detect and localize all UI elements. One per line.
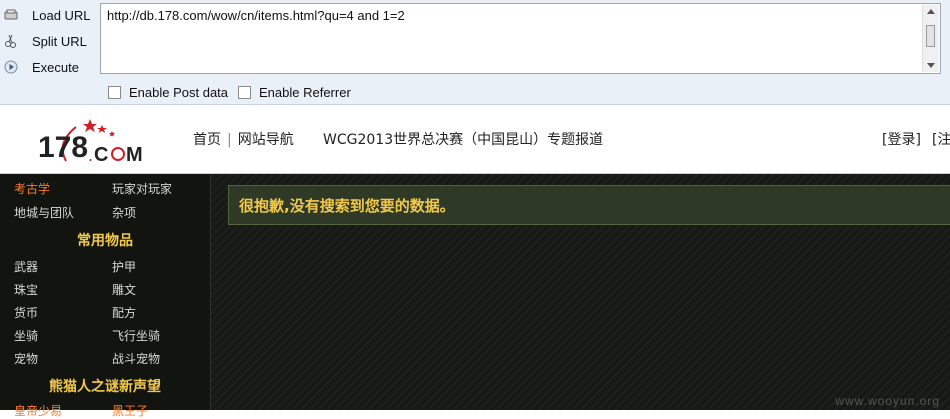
- category-sidebar: 考古学 玩家对玩家 地城与团队 杂项 常用物品 武器 护甲 珠宝 雕文 货币 配…: [0, 174, 211, 418]
- split-url-label: Split URL: [32, 33, 87, 49]
- sidebar-item-weapons[interactable]: 武器: [14, 258, 38, 275]
- execute-label: Execute: [32, 59, 79, 75]
- load-url-label: Load URL: [32, 7, 91, 23]
- sidebar-item-misc[interactable]: 杂项: [112, 204, 136, 221]
- sidebar-item-pets[interactable]: 宠物: [14, 350, 38, 367]
- nav-separator: |: [227, 132, 232, 148]
- svg-text:M: M: [126, 144, 143, 166]
- sidebar-item-dungeons[interactable]: 地城与团队: [14, 204, 74, 221]
- register-link[interactable]: [注: [932, 129, 950, 149]
- sidebar-item-mounts[interactable]: 坐骑: [14, 327, 38, 344]
- execute-button[interactable]: Execute: [4, 56, 94, 78]
- enable-referrer-checkbox[interactable]: Enable Referrer: [238, 84, 351, 100]
- sidebar-item-armor[interactable]: 护甲: [112, 258, 136, 275]
- section-title-common-items: 常用物品: [77, 233, 133, 249]
- no-results-message-box: 很抱歉,没有搜索到您要的数据。: [228, 185, 950, 225]
- sidebar-item-black-prince[interactable]: 黑王子: [112, 402, 148, 419]
- enable-post-data-checkbox[interactable]: Enable Post data: [108, 84, 228, 100]
- url-textarea[interactable]: http://db.178.com/wow/cn/items.html?qu=4…: [100, 3, 941, 74]
- svg-text:.: .: [88, 145, 93, 165]
- site-logo[interactable]: 178 . C M: [36, 113, 160, 169]
- section-title-pandaria-reputation: 熊猫人之谜新声望: [49, 379, 161, 395]
- url-value: http://db.178.com/wow/cn/items.html?qu=4…: [107, 8, 405, 23]
- split-url-button[interactable]: Split URL: [4, 30, 94, 52]
- nav-home-link[interactable]: 首页: [193, 132, 221, 148]
- sidebar-item-glyphs[interactable]: 雕文: [112, 281, 136, 298]
- content-area: 考古学 玩家对玩家 地城与团队 杂项 常用物品 武器 护甲 珠宝 雕文 货币 配…: [0, 174, 950, 418]
- sidebar-item-emperor[interactable]: 皇帝少易: [14, 402, 62, 419]
- load-url-button[interactable]: Load URL: [4, 4, 94, 26]
- url-scrollbar[interactable]: [922, 5, 939, 72]
- login-link[interactable]: [登录]: [882, 129, 921, 149]
- enable-post-data-label: Enable Post data: [129, 84, 229, 100]
- sidebar-item-jewelry[interactable]: 珠宝: [14, 281, 38, 298]
- play-icon: [4, 60, 18, 74]
- sidebar-item-archaeology[interactable]: 考古学: [14, 180, 50, 197]
- site-header: 178 . C M 首页 | 网站导航 WCG2013世界总决赛（中国昆山）专题报道…: [0, 105, 950, 174]
- no-results-message: 很抱歉,没有搜索到您要的数据。: [239, 196, 455, 215]
- sidebar-item-flying-mounts[interactable]: 飞行坐骑: [112, 327, 160, 344]
- top-nav: 首页 | 网站导航: [193, 129, 294, 149]
- scroll-thumb[interactable]: [926, 25, 935, 47]
- scissors-icon: [4, 34, 18, 48]
- svg-text:178: 178: [38, 131, 88, 164]
- hackbar-toolbar: Load URL Split URL Execute http://db.178…: [0, 0, 950, 105]
- sidebar-item-currency[interactable]: 货币: [14, 304, 38, 321]
- sidebar-item-battle-pets[interactable]: 战斗宠物: [112, 350, 160, 367]
- sidebar-item-pvp[interactable]: 玩家对玩家: [112, 180, 172, 197]
- watermark: www.wooyun.org: [835, 394, 940, 408]
- checkbox-box[interactable]: [238, 85, 251, 99]
- enable-referrer-label: Enable Referrer: [259, 84, 351, 100]
- scroll-down-icon[interactable]: [927, 63, 935, 68]
- scroll-up-icon[interactable]: [927, 9, 935, 14]
- svg-text:C: C: [94, 144, 108, 166]
- nav-feature-link[interactable]: WCG2013世界总决赛（中国昆山）专题报道: [323, 129, 603, 149]
- load-url-icon: [4, 8, 18, 22]
- checkbox-box[interactable]: [108, 85, 121, 99]
- sidebar-item-recipes[interactable]: 配方: [112, 304, 136, 321]
- nav-site-nav-link[interactable]: 网站导航: [238, 132, 294, 148]
